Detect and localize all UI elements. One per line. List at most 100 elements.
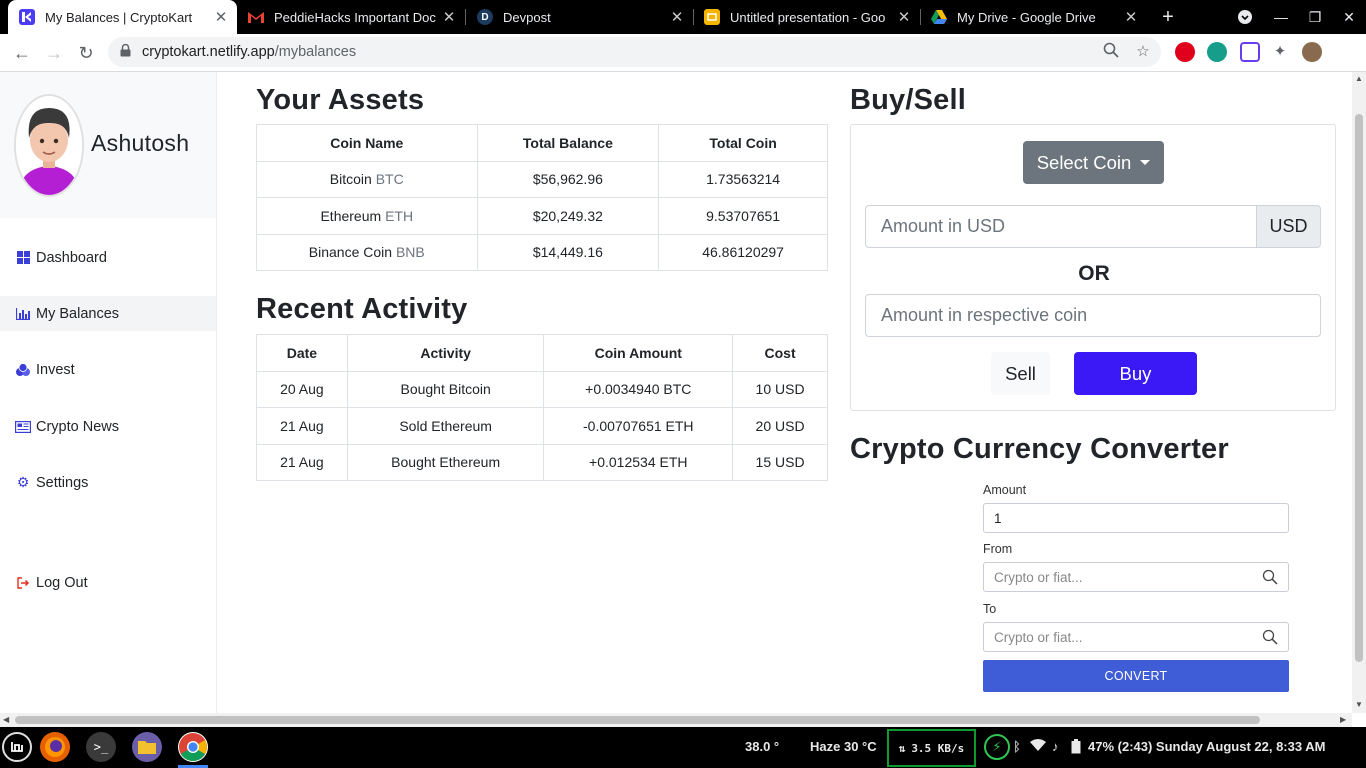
- scroll-right-icon[interactable]: ▶: [1340, 715, 1346, 724]
- table-header-row: Coin Name Total Balance Total Coin: [256, 124, 828, 162]
- scrollbar-thumb[interactable]: [15, 716, 1260, 724]
- devpost-icon: D: [477, 9, 493, 25]
- network-speed: 3.5 KB/s: [911, 741, 965, 755]
- maximize-icon[interactable]: ❐: [1304, 6, 1326, 28]
- amount-coin-input[interactable]: [865, 294, 1321, 337]
- tab-presentation[interactable]: Untitled presentation - Goo ✕: [693, 0, 920, 34]
- forward-icon[interactable]: →: [42, 41, 66, 65]
- cost-cell: 10 USD: [732, 370, 828, 408]
- scroll-up-icon[interactable]: ▲: [1355, 74, 1363, 83]
- minimize-icon[interactable]: —: [1270, 6, 1292, 28]
- amount-label: Amount: [983, 483, 1027, 497]
- profile-avatar[interactable]: [1302, 42, 1322, 62]
- column-header: Coin Name: [256, 124, 478, 162]
- back-icon[interactable]: ←: [10, 41, 34, 65]
- select-coin-dropdown[interactable]: Select Coin: [1023, 141, 1164, 184]
- tab-my-balances[interactable]: My Balances | CryptoKart ✕: [8, 0, 237, 34]
- from-placeholder: Crypto or fiat...: [994, 569, 1083, 585]
- to-placeholder: Crypto or fiat...: [994, 629, 1083, 645]
- search-icon: [1262, 629, 1278, 645]
- terminal-icon[interactable]: >_: [86, 732, 116, 762]
- bookmark-star-icon[interactable]: ☆: [1133, 42, 1153, 62]
- activity-cell: Sold Ethereum: [346, 407, 545, 445]
- extensions-puzzle-icon[interactable]: ✦: [1270, 42, 1290, 62]
- scrollbar-thumb[interactable]: [1355, 114, 1363, 662]
- activity-cell: Bought Bitcoin: [346, 370, 545, 408]
- cost-cell: 20 USD: [732, 407, 828, 445]
- coins-cell: 9.53707651: [658, 197, 828, 235]
- to-label: To: [983, 602, 997, 616]
- sell-button[interactable]: Sell: [991, 352, 1050, 395]
- close-icon[interactable]: ✕: [211, 8, 231, 26]
- window-close-icon[interactable]: ✕: [1338, 6, 1360, 28]
- volume-icon[interactable]: ♪: [1052, 739, 1059, 754]
- sidebar-item-my-balances[interactable]: My Balances: [0, 296, 216, 331]
- sidebar-item-label: Crypto News: [36, 418, 119, 435]
- chrome-icon[interactable]: [178, 732, 208, 762]
- mint-menu-icon[interactable]: [2, 732, 32, 762]
- firefox-icon[interactable]: [40, 732, 70, 762]
- coins-cell: 46.86120297: [658, 233, 828, 271]
- updown-arrows-icon: ⇅: [898, 741, 906, 755]
- gmail-icon: [248, 9, 264, 25]
- converter-amount-input[interactable]: 1: [983, 503, 1289, 533]
- activity-cell: Bought Ethereum: [346, 443, 545, 481]
- grammarly-extension-icon[interactable]: [1207, 42, 1227, 62]
- avatar: [14, 94, 84, 197]
- reload-icon[interactable]: ↻: [74, 41, 98, 65]
- url-host: cryptokart.netlify.app: [142, 44, 275, 60]
- sidebar-item-crypto-news[interactable]: Crypto News: [0, 409, 216, 444]
- assets-table: Coin Name Total Balance Total Coin Bitco…: [256, 124, 828, 271]
- select-coin-label: Select Coin: [1036, 151, 1132, 173]
- tab-title: My Drive - Google Drive: [957, 9, 1096, 25]
- sidebar: Ashutosh Dashboard My Balances Invest Cr…: [0, 72, 217, 713]
- buy-button[interactable]: Buy: [1074, 352, 1197, 395]
- wifi-icon[interactable]: [1030, 739, 1046, 754]
- sidebar-item-invest[interactable]: Invest: [0, 352, 216, 387]
- converter-title: Crypto Currency Converter: [850, 433, 1229, 465]
- sidebar-item-label: Invest: [36, 361, 75, 378]
- converter-from-input[interactable]: Crypto or fiat...: [983, 562, 1289, 592]
- convert-button[interactable]: CONVERT: [983, 660, 1289, 692]
- tab-search-icon[interactable]: [1234, 6, 1256, 28]
- tab-devpost[interactable]: D Devpost ✕: [466, 0, 693, 34]
- power-icon[interactable]: ⚡: [984, 734, 1010, 760]
- tab-title: PeddieHacks Important Doc: [274, 9, 436, 25]
- sidebar-item-log-out[interactable]: Log Out: [0, 565, 216, 600]
- zoom-icon[interactable]: [1101, 42, 1121, 62]
- sidebar-item-settings[interactable]: ⚙ Settings: [0, 465, 216, 500]
- sidebar-item-label: My Balances: [36, 305, 120, 322]
- sidebar-item-dashboard[interactable]: Dashboard: [0, 240, 216, 275]
- coin-symbol: BTC: [375, 171, 404, 188]
- close-icon[interactable]: ✕: [1121, 8, 1141, 26]
- close-icon[interactable]: ✕: [894, 8, 914, 26]
- tab-title: Devpost: [503, 9, 551, 25]
- close-icon[interactable]: ✕: [439, 8, 459, 26]
- amount-value: 1: [994, 510, 1002, 526]
- opera-extension-icon[interactable]: [1175, 42, 1195, 62]
- converter-to-input[interactable]: Crypto or fiat...: [983, 622, 1289, 652]
- tab-peddiehacks[interactable]: PeddieHacks Important Doc ✕: [237, 0, 465, 34]
- close-icon[interactable]: ✕: [667, 8, 687, 26]
- table-row: Ethereum ETH $20,249.32 9.53707651: [256, 197, 828, 235]
- vertical-scrollbar[interactable]: ▲ ▼: [1352, 72, 1366, 713]
- scroll-down-icon[interactable]: ▼: [1355, 700, 1363, 709]
- buysell-title: Buy/Sell: [850, 84, 967, 116]
- new-tab-button[interactable]: +: [1157, 6, 1179, 28]
- address-bar[interactable]: cryptokart.netlify.app/mybalances: [108, 37, 1161, 67]
- newspaper-icon: [15, 419, 31, 435]
- date-cell: 21 Aug: [256, 407, 348, 445]
- coin-name: Bitcoin: [329, 171, 372, 188]
- bluetooth-icon[interactable]: ᛒ: [1013, 739, 1021, 754]
- username: Ashutosh: [91, 130, 190, 156]
- tab-google-drive[interactable]: My Drive - Google Drive ✕: [920, 0, 1147, 34]
- files-icon[interactable]: [132, 732, 162, 762]
- column-header: Coin Amount: [543, 334, 734, 372]
- horizontal-scrollbar[interactable]: ◀ ▶: [0, 713, 1352, 727]
- amount-usd-input[interactable]: [865, 205, 1257, 248]
- link-extension-icon[interactable]: [1240, 42, 1260, 62]
- coin-name-cell: Binance Coin BNB: [256, 233, 478, 271]
- scroll-left-icon[interactable]: ◀: [3, 715, 9, 724]
- browser-toolbar: ← → ↻ cryptokart.netlify.app/mybalances …: [0, 34, 1366, 72]
- tab-title: Untitled presentation - Goo: [730, 9, 886, 25]
